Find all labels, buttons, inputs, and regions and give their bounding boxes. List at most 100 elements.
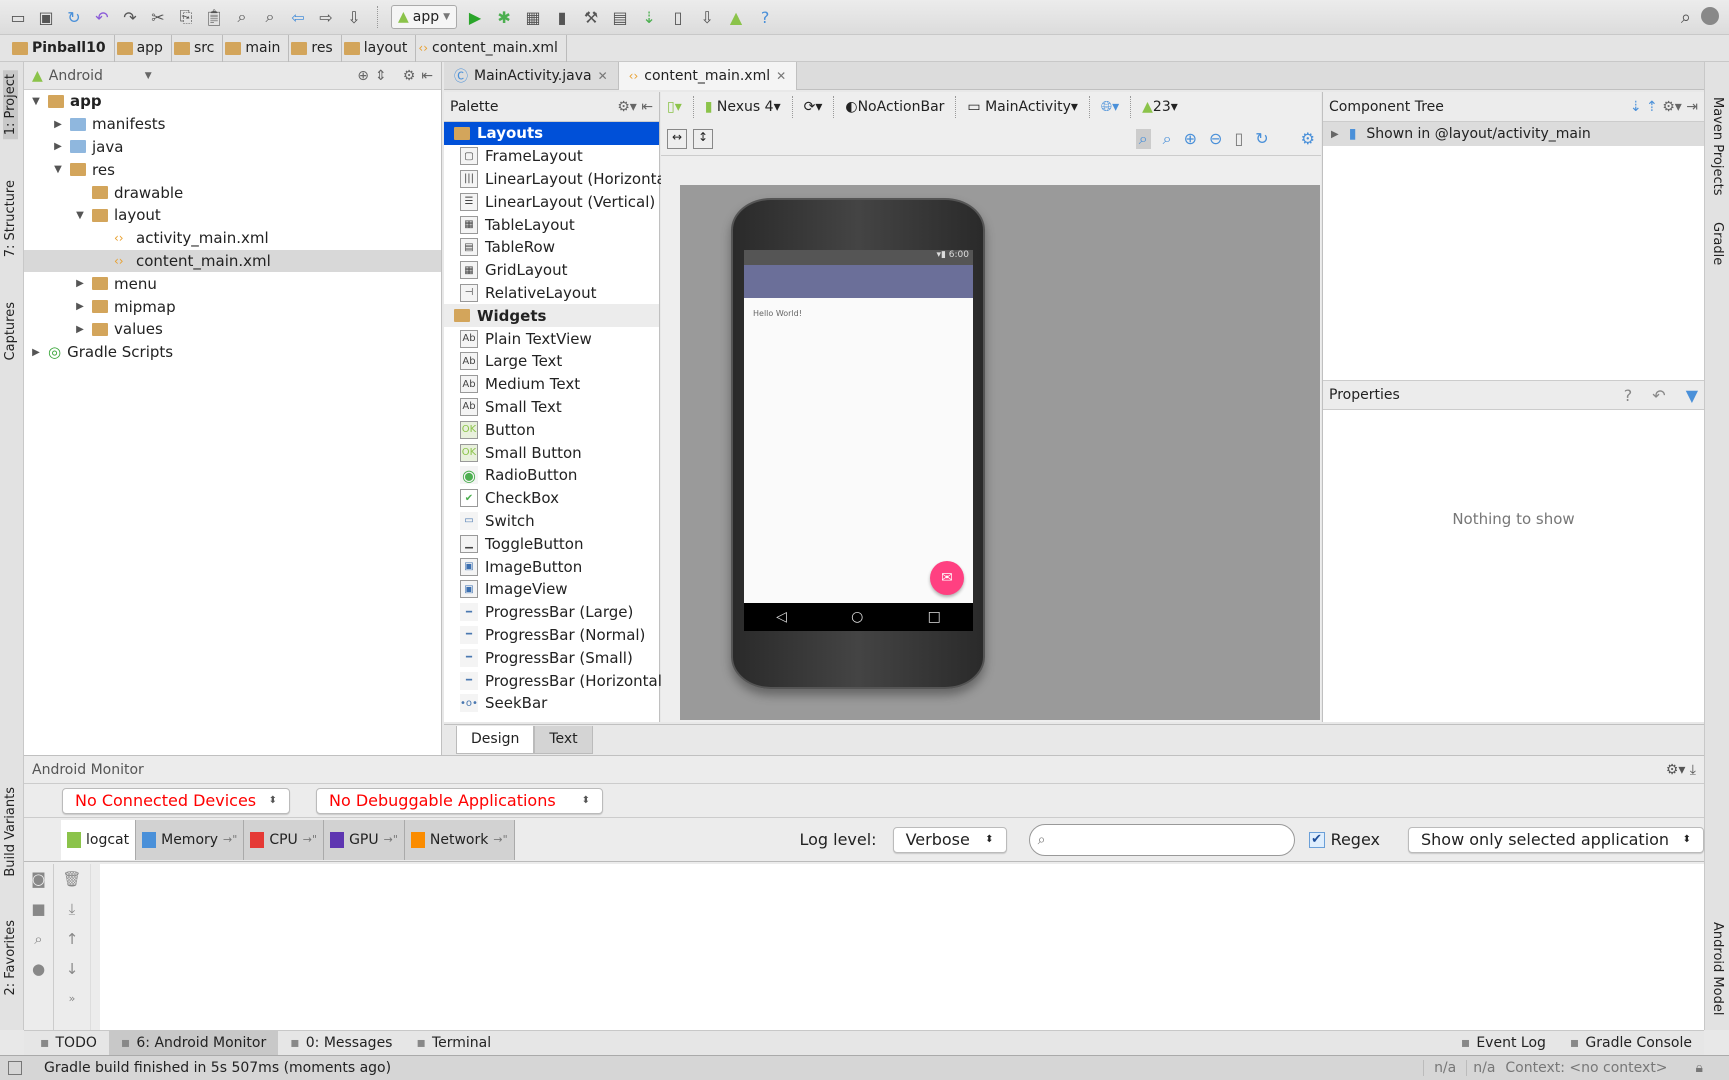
fit-height-icon[interactable]: ↕ xyxy=(693,128,713,149)
app-bar[interactable] xyxy=(744,265,973,298)
expand-arrow-icon[interactable]: ▼ xyxy=(52,164,64,175)
redo-icon[interactable]: ↷ xyxy=(120,7,140,27)
editor-tab[interactable]: Ⓒ MainActivity.java ✕ xyxy=(444,61,619,90)
expand-arrow-icon[interactable]: ▶ xyxy=(1331,129,1339,140)
expand-arrow-icon[interactable]: ▶ xyxy=(74,301,86,312)
expand-arrow-icon[interactable]: ▶ xyxy=(52,119,64,130)
palette-item[interactable]: ▁ ToggleButton xyxy=(444,532,659,555)
forward-icon[interactable]: ⇨ xyxy=(316,7,336,27)
log-level-select[interactable]: Verbose ⬍ xyxy=(892,826,1007,853)
captures-tool-tab[interactable]: Captures xyxy=(3,302,18,360)
collapse-all-icon[interactable]: ⇕ xyxy=(375,68,387,84)
tree-item[interactable]: ▼ app xyxy=(24,90,441,113)
palette-item[interactable]: ▦ TableLayout xyxy=(444,213,659,236)
regex-checkbox[interactable]: ✔ Regex xyxy=(1308,830,1380,849)
logcat-output[interactable] xyxy=(100,864,1704,1030)
expand-arrow-icon[interactable]: ▶ xyxy=(74,278,86,289)
tree-item[interactable]: ▼ layout xyxy=(24,204,441,227)
app-select[interactable]: No Debuggable Applications ⬍ xyxy=(316,787,603,814)
tree-item[interactable]: drawable xyxy=(24,181,441,204)
detach-icon[interactable]: →" xyxy=(303,833,317,846)
monitor-tab-memory[interactable]: Memory →" xyxy=(136,819,245,860)
palette-item[interactable]: Ab Medium Text xyxy=(444,373,659,396)
zoom-out-icon[interactable]: ⊖ xyxy=(1209,129,1222,149)
palette-item[interactable]: Ab Small Text xyxy=(444,396,659,419)
activity-select[interactable]: ▭ MainActivity▾ xyxy=(967,99,1078,115)
tree-item[interactable]: ▶ mipmap xyxy=(24,295,441,318)
close-icon[interactable]: ✕ xyxy=(776,69,786,83)
actual-size-icon[interactable]: ⌕ xyxy=(1163,129,1172,149)
gear-icon[interactable]: ⚙▾ ⇤ xyxy=(617,99,653,115)
palette-item[interactable]: ━ ProgressBar (Small) xyxy=(444,646,659,669)
breadcrumb-item[interactable]: res xyxy=(289,34,342,62)
palette-item[interactable]: ━ ProgressBar (Normal) xyxy=(444,624,659,647)
save-icon[interactable]: ▣ xyxy=(36,7,56,27)
avd-manager-icon[interactable]: ▯ xyxy=(668,7,688,27)
android-model-tool-tab[interactable]: Android Model xyxy=(1710,922,1725,1015)
checkbox-checked-icon[interactable]: ✔ xyxy=(1308,831,1325,848)
gear-icon[interactable]: ⚙ xyxy=(403,68,416,84)
locale-globe-icon[interactable]: 🌐︎▾ xyxy=(1101,99,1119,115)
tree-item[interactable]: ▶ values xyxy=(24,318,441,341)
device-in-editor-icon[interactable]: ▯▾ xyxy=(667,99,682,115)
maven-projects-tool-tab[interactable]: Maven Projects xyxy=(1710,97,1725,196)
detach-icon[interactable]: →" xyxy=(223,833,237,846)
back-icon[interactable]: ⇦ xyxy=(288,7,308,27)
logcat-filter-select[interactable]: Show only selected application ⬍ xyxy=(1408,826,1704,853)
zoom-in-icon[interactable]: ⊕ xyxy=(1184,129,1197,149)
paste-icon[interactable]: 📋︎ xyxy=(204,7,224,27)
monitor-tab-logcat[interactable]: logcat xyxy=(61,819,137,860)
orientation-icon[interactable]: ⟳▾ xyxy=(804,99,823,115)
zoom-to-fit-icon[interactable]: ⌕ xyxy=(1135,128,1151,149)
palette-item[interactable]: Ab Plain TextView xyxy=(444,327,659,350)
palette-group[interactable]: Layouts xyxy=(444,122,659,145)
open-folder-icon[interactable]: ▭ xyxy=(8,7,28,27)
tool-window-button[interactable]: ▪ 0: Messages xyxy=(278,1031,404,1056)
screen-record-icon[interactable]: ■ xyxy=(24,894,53,924)
tree-item[interactable]: ▼ res xyxy=(24,158,441,181)
tree-item[interactable]: ▶ manifests xyxy=(24,113,441,136)
api-level-select[interactable]: ▲23▾ xyxy=(1142,99,1178,115)
copy-icon[interactable]: ⎘ xyxy=(176,7,196,27)
system-info-icon[interactable]: ⌕ xyxy=(24,924,53,954)
theme-select[interactable]: ◐NoActionBar xyxy=(845,99,944,115)
palette-item[interactable]: •o• SeekBar xyxy=(444,692,659,715)
tool-windows-toggle-icon[interactable] xyxy=(8,1061,22,1075)
filter-icon[interactable]: ▼ xyxy=(1686,386,1698,405)
logcat-search-field[interactable]: ⌕ xyxy=(1028,823,1295,856)
monitor-tab-gpu[interactable]: GPU →" xyxy=(324,819,405,860)
expand-arrow-icon[interactable]: ▶ xyxy=(74,324,86,335)
tree-item[interactable]: ▶ menu xyxy=(24,272,441,295)
hide-panel-icon[interactable]: ⇤ xyxy=(421,68,433,84)
fit-width-icon[interactable]: ↔ xyxy=(667,128,687,149)
project-view-select[interactable]: Android xyxy=(49,68,139,84)
clear-log-icon[interactable]: 🗑︎ xyxy=(54,864,90,894)
user-icon[interactable] xyxy=(1701,7,1719,25)
palette-item[interactable]: ☰ LinearLayout (Vertical) xyxy=(444,190,659,213)
android-icon[interactable]: ▲ xyxy=(726,7,746,27)
tool-window-button[interactable]: ▪ Event Log xyxy=(1449,1031,1558,1056)
make-project-icon[interactable]: ⇩ xyxy=(344,7,364,27)
build-variants-tool-tab[interactable]: Build Variants xyxy=(3,787,18,877)
project-tool-tab[interactable]: 1: Project xyxy=(3,70,18,140)
expand-collapse-icons[interactable]: ⇣ ⇡ ⚙▾ ⇥ xyxy=(1630,99,1698,115)
attach-debugger-icon[interactable]: ▮ xyxy=(552,7,572,27)
component-tree-item[interactable]: ▶ ▮ Shown in @layout/activity_main xyxy=(1323,122,1704,146)
device-select[interactable]: No Connected Devices ⬍ xyxy=(62,787,290,814)
palette-item[interactable]: ━ ProgressBar (Large) xyxy=(444,601,659,624)
tool-window-button[interactable]: ▪ Gradle Console xyxy=(1558,1031,1704,1056)
device-select[interactable]: ▮ Nexus 4▾ xyxy=(705,99,781,115)
structure-tool-tab[interactable]: 7: Structure xyxy=(3,180,18,257)
monitor-tab-network[interactable]: Network →" xyxy=(404,819,515,860)
breadcrumb-item[interactable]: ‹› content_main.xml xyxy=(416,34,567,62)
tree-item[interactable]: ‹› content_main.xml xyxy=(24,249,441,273)
coverage-icon[interactable]: ▦ xyxy=(523,7,543,27)
palette-item[interactable]: OK Button xyxy=(444,418,659,441)
search-everywhere-icon[interactable]: ⌕ xyxy=(1681,7,1691,28)
favorites-tool-tab[interactable]: 2: Favorites xyxy=(3,920,18,996)
run-icon[interactable]: ▶ xyxy=(465,7,485,27)
tab-text[interactable]: Text xyxy=(534,725,593,754)
monitor-tab-cpu[interactable]: CPU →" xyxy=(244,819,325,860)
expand-arrow-icon[interactable]: ▶ xyxy=(30,347,42,358)
tree-item[interactable]: ‹› activity_main.xml xyxy=(24,227,441,250)
